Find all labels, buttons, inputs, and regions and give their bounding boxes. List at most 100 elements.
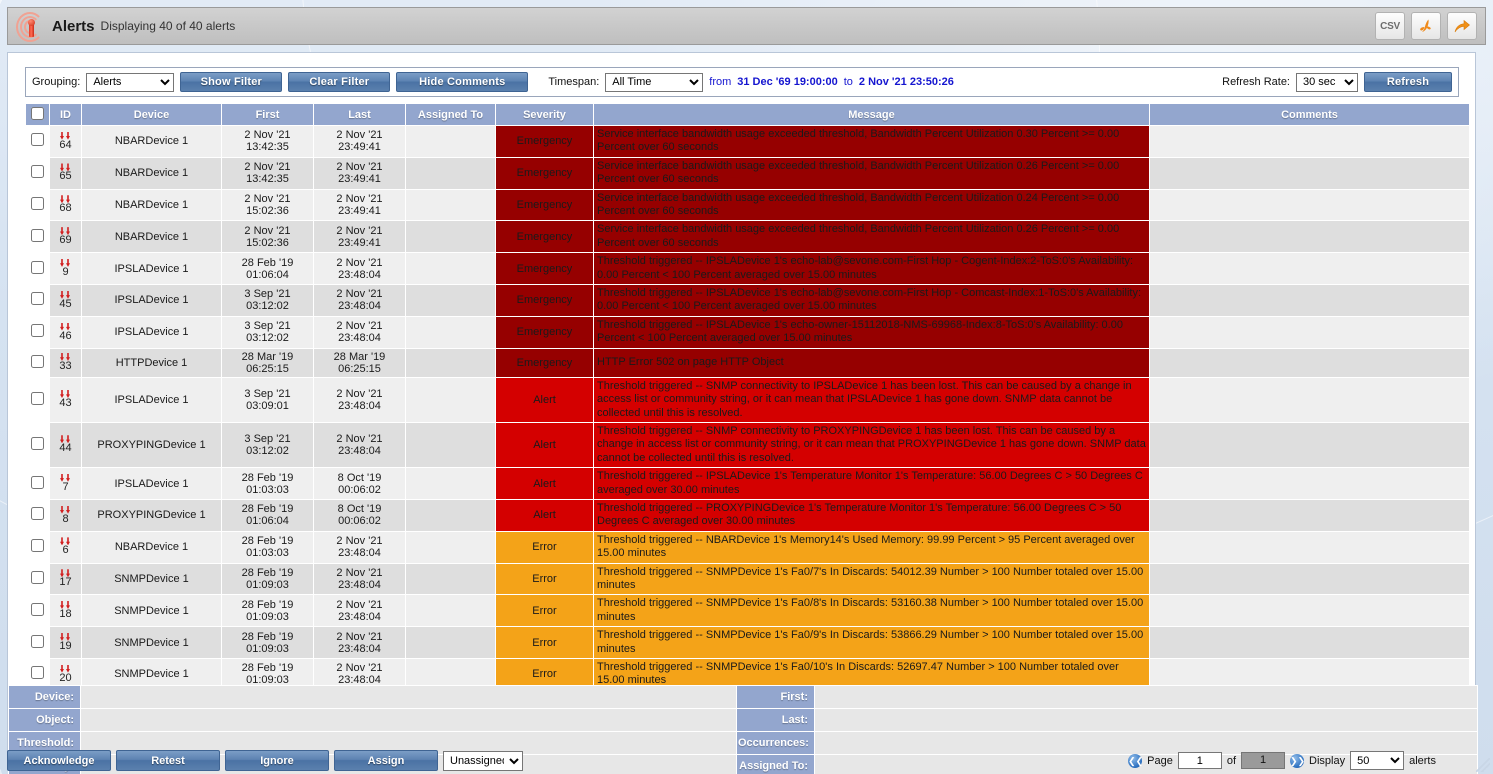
- show-filter-button[interactable]: Show Filter: [180, 72, 283, 92]
- table-row[interactable]: 46 IPSLADevice 13 Sep '21 03:12:02 2 Nov '2…: [25, 315, 1470, 349]
- select-all-checkbox[interactable]: [31, 106, 44, 120]
- col-first[interactable]: First: [221, 103, 314, 126]
- cell-comments[interactable]: [1149, 562, 1470, 596]
- table-row[interactable]: 18 SNMPDevice 1 28 Feb '19 01:09:03 2 Nov '2…: [25, 594, 1470, 628]
- table-row[interactable]: 17 SNMPDevice 1 28 Feb '19 01:09:03 2 Nov '2…: [25, 562, 1470, 596]
- cell-comments[interactable]: [1149, 125, 1470, 158]
- row-select-cell[interactable]: [25, 125, 50, 158]
- cell-comments[interactable]: [1149, 626, 1470, 659]
- row-checkbox[interactable]: [31, 292, 44, 306]
- double-down-arrow-icon: [59, 601, 72, 609]
- table-row[interactable]: 7 IPSLADevice 1 28 Feb '19 01:03:03 8 Oct '1…: [25, 467, 1470, 500]
- table-row[interactable]: 8 PROXYPINGDevice 1 28 Feb '19 01:06:04 8 Oc…: [25, 498, 1470, 532]
- table-row[interactable]: 43 IPSLADevice 13 Sep '21 03:09:01 2 Nov '2…: [25, 376, 1470, 423]
- cell-comments[interactable]: [1149, 467, 1470, 500]
- row-checkbox[interactable]: [31, 133, 44, 147]
- col-last[interactable]: Last: [313, 103, 406, 126]
- grouping-select[interactable]: Alerts: [86, 72, 175, 92]
- col-device[interactable]: Device: [81, 103, 222, 126]
- row-select-cell[interactable]: [25, 347, 50, 378]
- row-checkbox[interactable]: [31, 260, 44, 274]
- table-row[interactable]: 65 NBARDevice 12 Nov '21 13:42:35 2 Nov '21…: [25, 156, 1470, 190]
- row-select-cell[interactable]: [25, 315, 50, 349]
- row-select-cell[interactable]: [25, 284, 50, 317]
- row-select-cell[interactable]: [25, 498, 50, 532]
- row-checkbox[interactable]: [31, 228, 44, 242]
- row-checkbox[interactable]: [31, 354, 44, 368]
- table-row[interactable]: 64 NBARDevice 12 Nov '21 13:42:35 2 Nov '21…: [25, 125, 1470, 158]
- page-input[interactable]: [1177, 752, 1222, 769]
- table-row[interactable]: 44 PROXYPINGDevice 13 Sep '21 03:12:02 2 No…: [25, 421, 1470, 469]
- row-select-cell[interactable]: [25, 252, 50, 286]
- hide-comments-button[interactable]: Hide Comments: [396, 72, 529, 92]
- cell-comments[interactable]: [1149, 594, 1470, 628]
- row-select-cell[interactable]: [25, 562, 50, 596]
- table-row[interactable]: 6 NBARDevice 1 28 Feb '19 01:03:03 2 Nov '21…: [25, 530, 1470, 564]
- cell-comments[interactable]: [1149, 315, 1470, 349]
- table-row[interactable]: 45 IPSLADevice 13 Sep '21 03:12:02 2 Nov '2…: [25, 284, 1470, 317]
- row-checkbox[interactable]: [31, 507, 44, 521]
- row-select-cell[interactable]: [25, 376, 50, 423]
- refresh-button[interactable]: Refresh: [1364, 72, 1452, 92]
- col-select-all[interactable]: [25, 103, 50, 126]
- timespan-from-value[interactable]: 31 Dec '69 19:00:00: [737, 76, 837, 88]
- table-row[interactable]: 33 HTTPDevice 1 28 Mar '19 06:25:15 28 Mar '…: [25, 347, 1470, 378]
- row-checkbox[interactable]: [31, 165, 44, 179]
- row-select-cell[interactable]: [25, 626, 50, 659]
- row-checkbox[interactable]: [31, 602, 44, 616]
- col-message[interactable]: Message: [593, 103, 1150, 126]
- col-id[interactable]: ID: [49, 103, 82, 126]
- row-checkbox[interactable]: [31, 570, 44, 584]
- cell-first: 28 Feb '1901:09:03: [221, 562, 314, 596]
- refresh-rate-select[interactable]: 30 sec: [1296, 72, 1358, 92]
- table-row[interactable]: 69 NBARDevice 12 Nov '21 15:02:36 2 Nov '21…: [25, 220, 1470, 254]
- cell-comments[interactable]: [1149, 220, 1470, 254]
- row-select-cell[interactable]: [25, 188, 50, 222]
- row-select-cell[interactable]: [25, 156, 50, 190]
- prev-page-icon[interactable]: ❮❮: [1128, 753, 1143, 768]
- table-row[interactable]: 68 NBARDevice 12 Nov '21 15:02:36 2 Nov '21…: [25, 188, 1470, 222]
- col-comments[interactable]: Comments: [1149, 103, 1470, 126]
- cell-first: 28 Mar '19 06:25:15: [221, 347, 314, 378]
- table-row[interactable]: 19 SNMPDevice 1 28 Feb '19 01:09:03 2 Nov '2…: [25, 626, 1470, 659]
- row-checkbox[interactable]: [31, 324, 44, 338]
- row-select-cell[interactable]: [25, 594, 50, 628]
- row-select-cell[interactable]: [25, 421, 50, 469]
- row-select-cell[interactable]: [25, 530, 50, 564]
- retest-button[interactable]: Retest: [116, 750, 220, 771]
- row-checkbox[interactable]: [31, 437, 44, 451]
- row-checkbox[interactable]: [31, 634, 44, 648]
- row-checkbox[interactable]: [31, 197, 44, 211]
- row-select-cell[interactable]: [25, 467, 50, 500]
- cell-comments[interactable]: [1149, 284, 1470, 317]
- ignore-button[interactable]: Ignore: [225, 750, 329, 771]
- cell-comments[interactable]: [1149, 498, 1470, 532]
- share-button[interactable]: [1447, 12, 1477, 40]
- row-select-cell[interactable]: [25, 220, 50, 254]
- assign-button[interactable]: Assign: [334, 750, 438, 771]
- assignee-select[interactable]: Unassigned: [443, 750, 523, 771]
- col-assigned[interactable]: Assigned To: [405, 103, 496, 126]
- clear-filter-button[interactable]: Clear Filter: [288, 72, 391, 92]
- cell-comments[interactable]: [1149, 421, 1470, 469]
- acknowledge-button[interactable]: Acknowledge: [7, 750, 111, 771]
- timespan-to-value[interactable]: 2 Nov '21 23:50:26: [859, 76, 954, 88]
- cell-comments[interactable]: [1149, 188, 1470, 222]
- row-checkbox[interactable]: [31, 475, 44, 489]
- row-checkbox[interactable]: [31, 539, 44, 553]
- col-severity[interactable]: Severity: [495, 103, 594, 126]
- row-checkbox[interactable]: [31, 391, 44, 405]
- csv-export-button[interactable]: CSV: [1375, 12, 1405, 40]
- cell-comments[interactable]: [1149, 376, 1470, 423]
- cell-comments[interactable]: [1149, 156, 1470, 190]
- cell-comments[interactable]: [1149, 252, 1470, 286]
- pdf-export-button[interactable]: [1411, 12, 1441, 40]
- next-page-icon[interactable]: ❯❯: [1290, 753, 1305, 768]
- display-count-select[interactable]: 50: [1350, 751, 1405, 770]
- timespan-select[interactable]: All Time: [605, 72, 704, 92]
- resize-corner[interactable]: [1476, 758, 1490, 772]
- table-row[interactable]: 9 IPSLADevice 1 28 Feb '19 01:06:04 2 Nov '2…: [25, 252, 1470, 286]
- row-checkbox[interactable]: [31, 666, 44, 680]
- cell-comments[interactable]: [1149, 530, 1470, 564]
- cell-comments[interactable]: [1149, 347, 1470, 378]
